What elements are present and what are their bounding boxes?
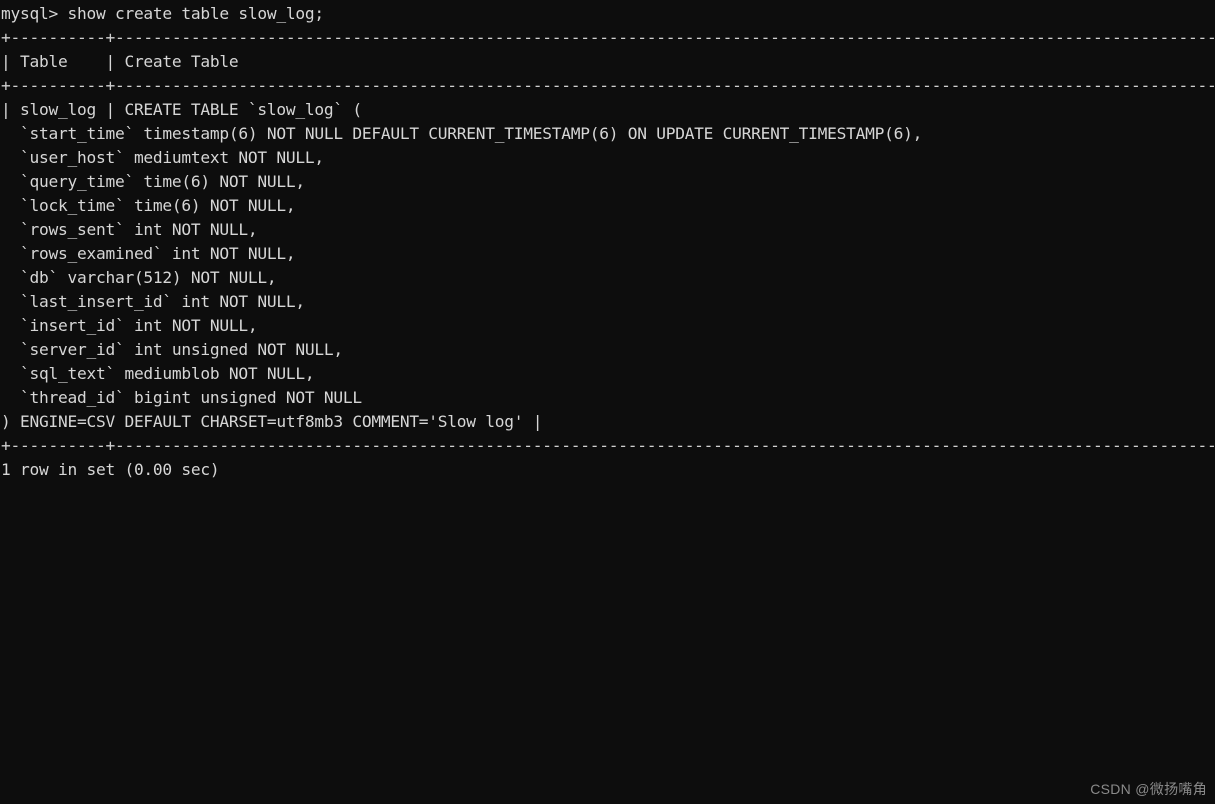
csdn-watermark: CSDN @微扬嘴角 xyxy=(1090,781,1207,797)
result-row-line-8: `last_insert_id` int NOT NULL, xyxy=(1,292,305,311)
result-row-line-2: `user_host` mediumtext NOT NULL, xyxy=(1,148,324,167)
result-row-line-10: `server_id` int unsigned NOT NULL, xyxy=(1,340,343,359)
separator-bottom: +----------+----------------------------… xyxy=(1,436,1215,455)
result-row-line-4: `lock_time` time(6) NOT NULL, xyxy=(1,196,296,215)
result-row-line-12: `thread_id` bigint unsigned NOT NULL xyxy=(1,388,362,407)
result-row-line-13: ) ENGINE=CSV DEFAULT CHARSET=utf8mb3 COM… xyxy=(1,412,543,431)
terminal-output[interactable]: mysql> show create table slow_log; +-----… xyxy=(0,2,1215,482)
terminal-window[interactable]: mysql> show create table slow_log; +-----… xyxy=(0,0,1215,804)
prompt-line: mysql> show create table slow_log; xyxy=(1,4,324,23)
result-row-line-5: `rows_sent` int NOT NULL, xyxy=(1,220,258,239)
result-row-line-7: `db` varchar(512) NOT NULL, xyxy=(1,268,277,287)
result-row-line-11: `sql_text` mediumblob NOT NULL, xyxy=(1,364,315,383)
status-line: 1 row in set (0.00 sec) xyxy=(1,460,220,479)
result-row-line-9: `insert_id` int NOT NULL, xyxy=(1,316,258,335)
result-row-line-6: `rows_examined` int NOT NULL, xyxy=(1,244,296,263)
result-row-line-1: `start_time` timestamp(6) NOT NULL DEFAU… xyxy=(1,124,923,143)
result-row-line-3: `query_time` time(6) NOT NULL, xyxy=(1,172,305,191)
header-row: | Table | Create Table xyxy=(1,52,239,71)
result-row-line-0: | slow_log | CREATE TABLE `slow_log` ( xyxy=(1,100,362,119)
separator-mid: +----------+----------------------------… xyxy=(1,76,1215,95)
separator-top: +----------+----------------------------… xyxy=(1,28,1215,47)
